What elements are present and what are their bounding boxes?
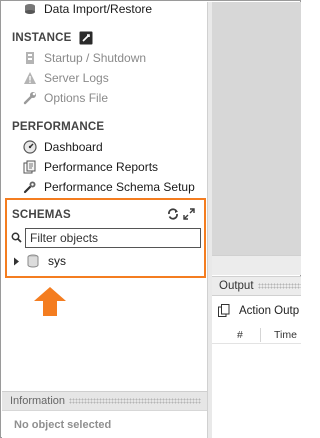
- information-title: Information: [10, 395, 66, 407]
- sidebar-item-server-logs[interactable]: Server Logs: [2, 69, 207, 87]
- output-table-header: # Time: [212, 326, 301, 344]
- information-panel-header: Information: [2, 391, 207, 411]
- sidebar-item-label: Data Import/Restore: [44, 2, 153, 16]
- column-header-number[interactable]: #: [237, 329, 243, 341]
- sidebar-item-options-file[interactable]: Options File: [2, 89, 207, 107]
- sidebar-item-dashboard[interactable]: Dashboard: [2, 138, 207, 156]
- output-title: Output: [219, 280, 254, 292]
- highlight-arrow-icon: [34, 287, 66, 316]
- schemas-highlight-box: [5, 198, 206, 278]
- sidebar-item-performance-schema-setup[interactable]: Performance Schema Setup: [2, 178, 207, 196]
- sidebar-item-label: Server Logs: [44, 71, 109, 85]
- header-grip[interactable]: [69, 398, 201, 404]
- column-divider[interactable]: [260, 328, 261, 342]
- sidebar-item-performance-reports[interactable]: Performance Reports: [2, 158, 207, 176]
- sidebar-item-label: Performance Reports: [44, 160, 159, 174]
- reports-icon: [22, 159, 38, 175]
- database-import-icon: [22, 1, 38, 17]
- no-object-text: No object selected: [14, 419, 112, 431]
- startup-icon: [22, 50, 38, 66]
- dropdown-label: Action Outp: [239, 304, 300, 317]
- instance-settings-icon[interactable]: [78, 30, 94, 46]
- output-panel-header: Output: [212, 276, 301, 296]
- sidebar-item-startup-shutdown[interactable]: Startup / Shutdown: [2, 49, 207, 67]
- wrench-icon: [22, 90, 38, 106]
- output-panel-body: Action Outp # Time: [212, 296, 301, 438]
- sidebar-item-label: Options File: [44, 91, 109, 105]
- dashboard-icon: [22, 139, 38, 155]
- schema-setup-icon: [22, 179, 38, 195]
- information-panel-body: No object selected: [2, 411, 207, 438]
- editor-area: [212, 2, 301, 255]
- warning-icon: [22, 70, 38, 86]
- column-header-time[interactable]: Time: [274, 329, 297, 341]
- section-performance: PERFORMANCE: [2, 118, 207, 136]
- section-title: PERFORMANCE: [12, 121, 105, 133]
- sidebar-item-data-import[interactable]: Data Import/Restore: [2, 0, 207, 18]
- section-instance: INSTANCE: [2, 29, 207, 47]
- sidebar-item-label: Startup / Shutdown: [44, 51, 147, 65]
- section-title: INSTANCE: [12, 32, 72, 44]
- header-grip[interactable]: [257, 283, 301, 289]
- sidebar-item-label: Performance Schema Setup: [44, 180, 195, 194]
- window-frame: Data Import/Restore INSTANCE Startup / S…: [0, 0, 301, 438]
- copy-icon[interactable]: [218, 304, 230, 317]
- editor-bottom-bar: [212, 255, 301, 275]
- action-output-dropdown[interactable]: Action Outp: [218, 304, 299, 317]
- sidebar-item-label: Dashboard: [44, 140, 103, 154]
